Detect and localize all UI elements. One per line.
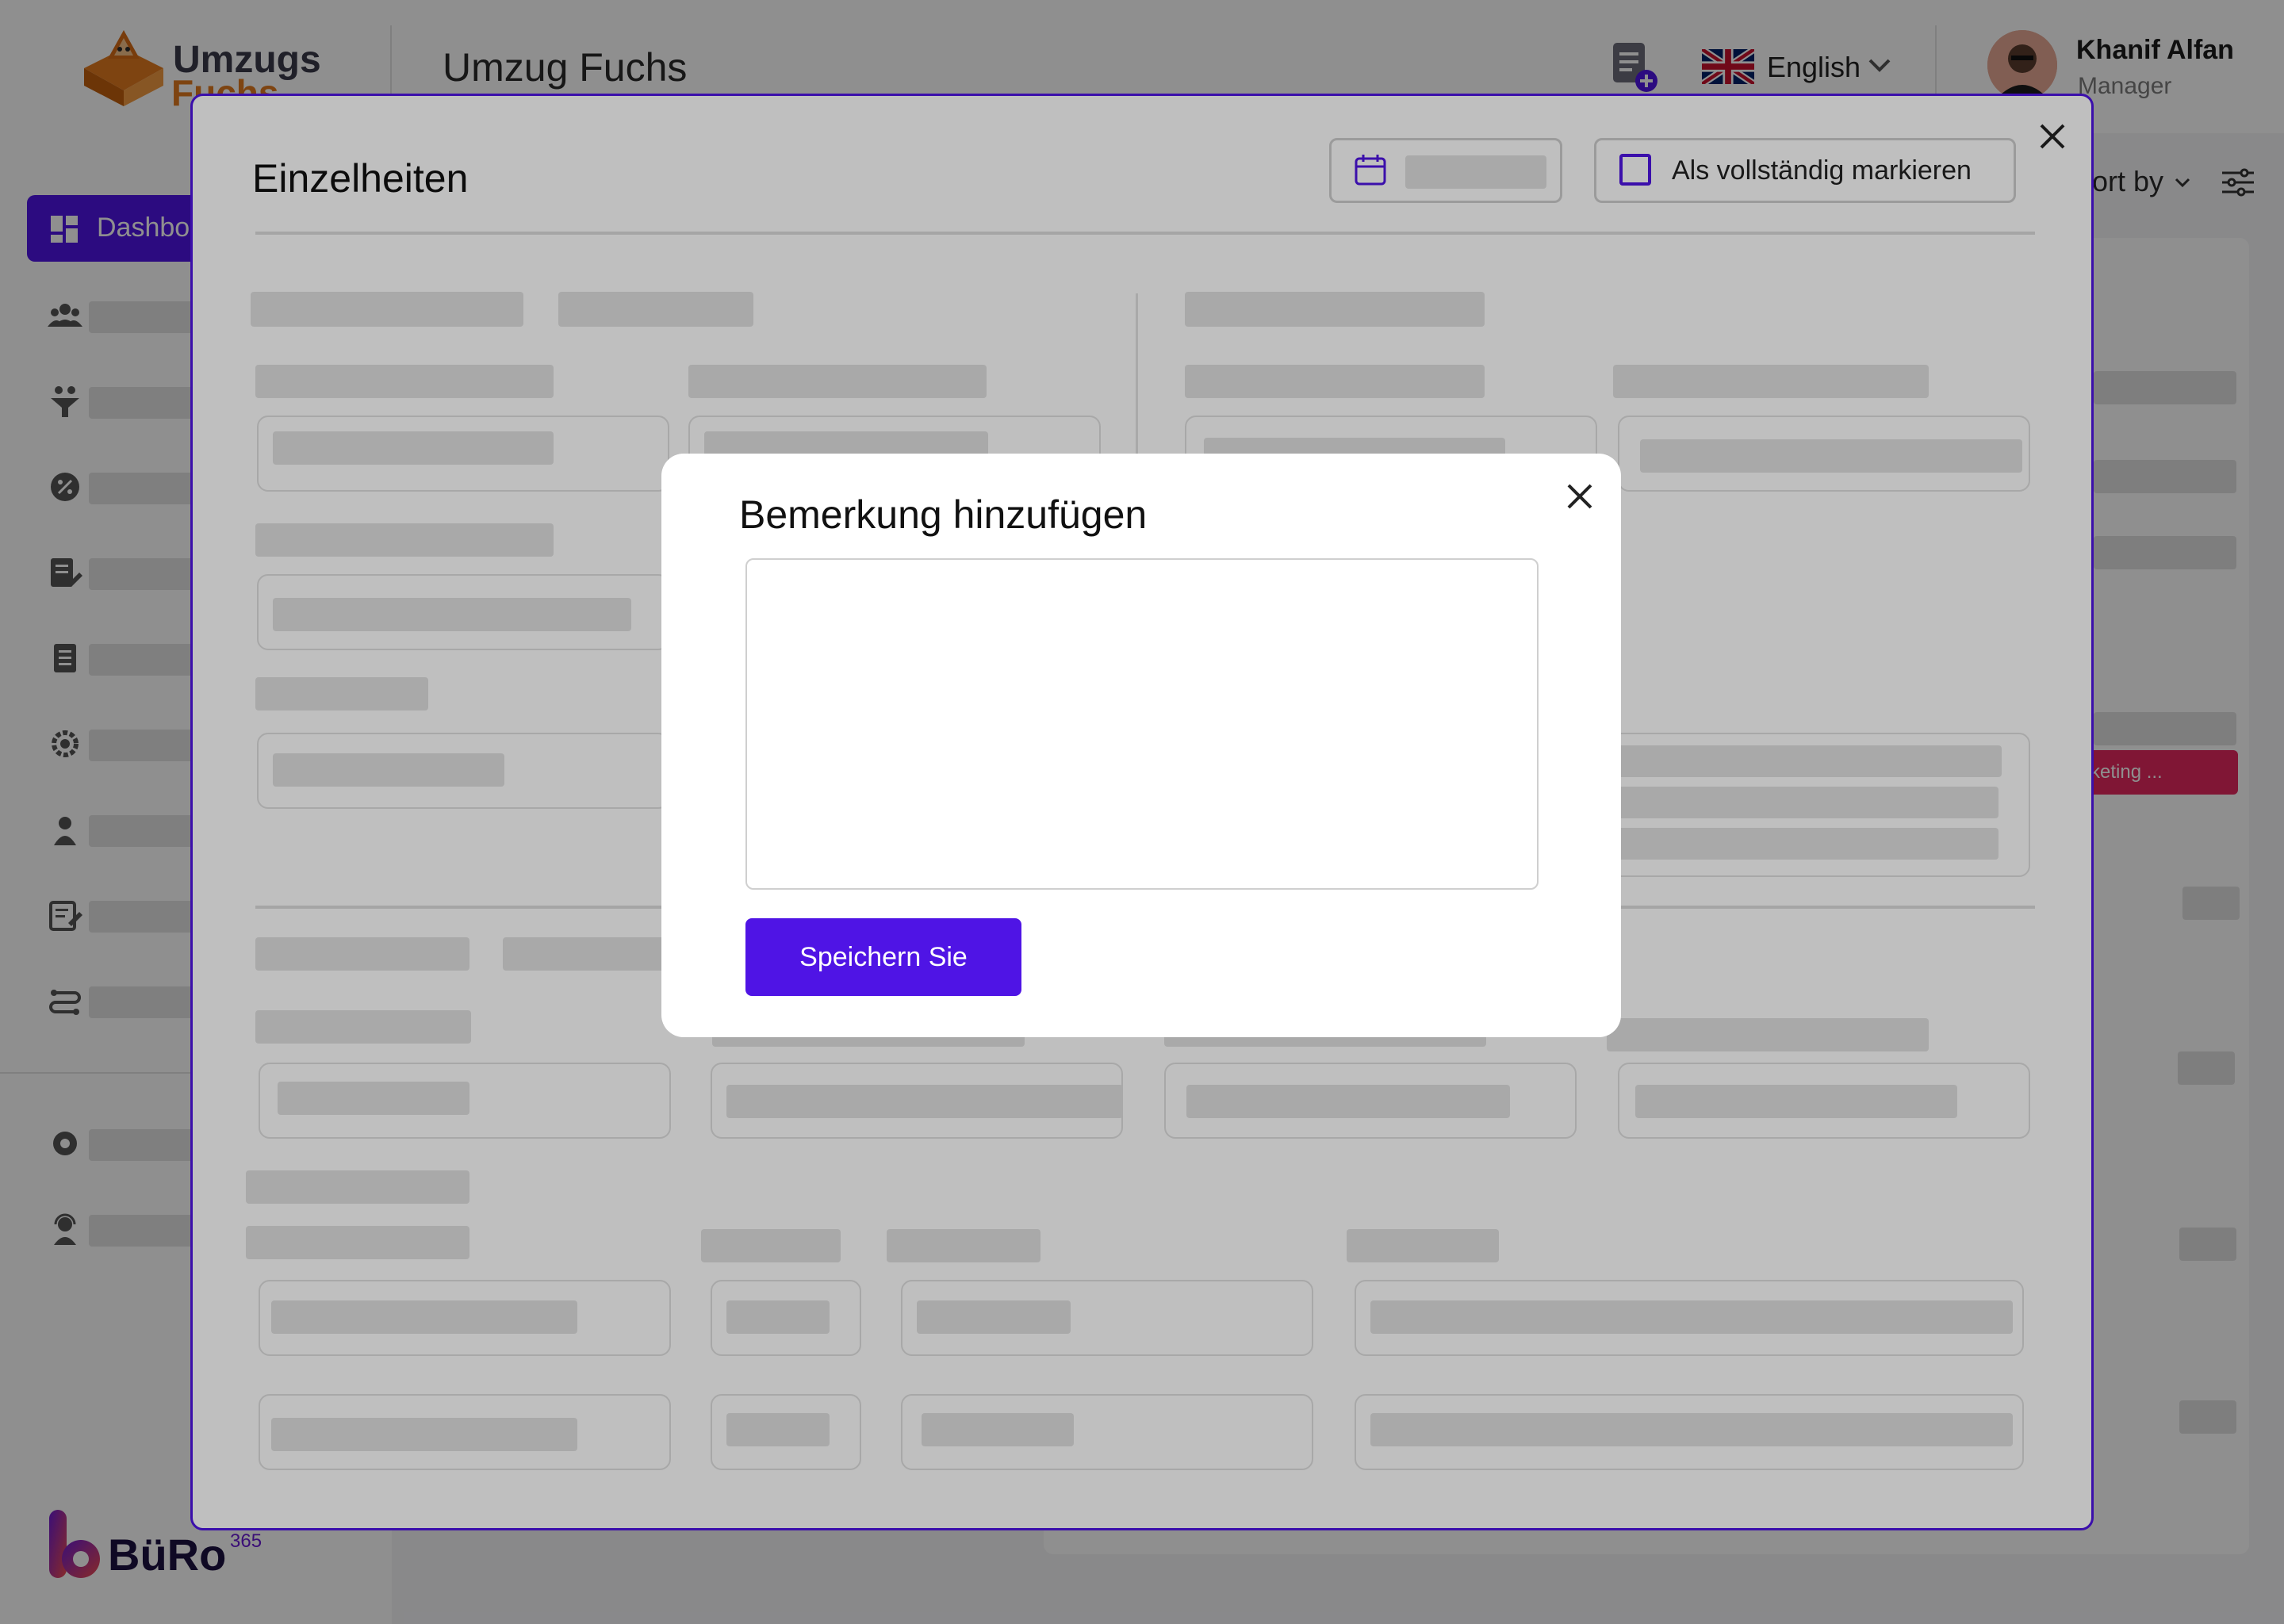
save-button[interactable]: Speichern Sie <box>745 918 1021 996</box>
add-remark-title: Bemerkung hinzufügen <box>739 492 1148 537</box>
close-icon[interactable] <box>1562 479 1597 514</box>
remark-textarea[interactable] <box>745 558 1539 890</box>
